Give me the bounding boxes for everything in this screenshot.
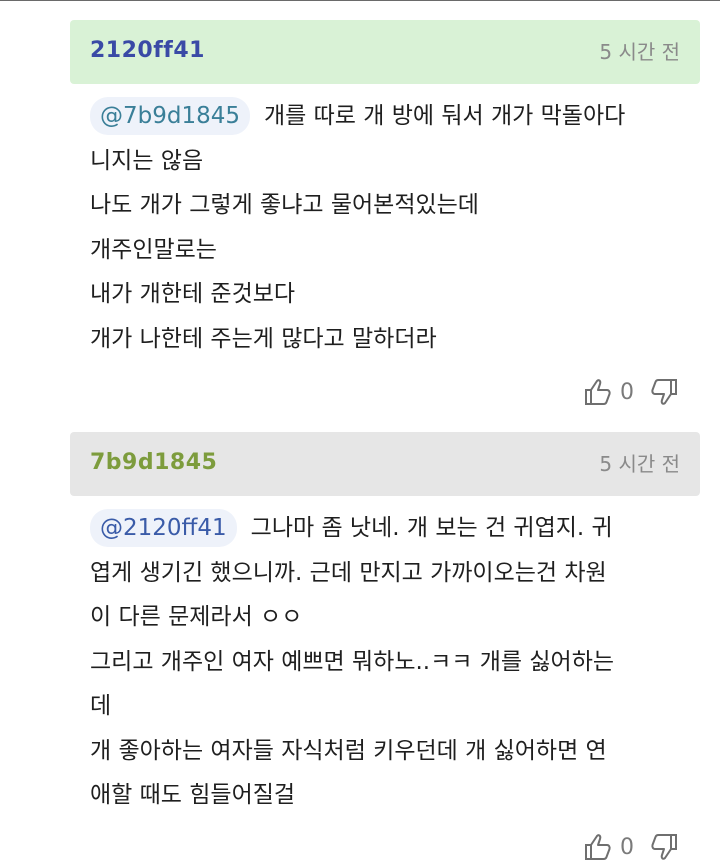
comment-line: 니지는 않음 bbox=[90, 147, 204, 174]
comment-author[interactable]: 7b9d1845 bbox=[90, 450, 217, 475]
comment-header: 2120ff41 5 시간 전 bbox=[70, 20, 700, 84]
like-button[interactable]: 0 bbox=[582, 831, 634, 863]
comment-card: 2120ff41 5 시간 전 @7b9d1845 개를 따로 개 방에 둬서 개… bbox=[70, 20, 700, 405]
like-count: 0 bbox=[620, 834, 634, 860]
comment-line: 개가 나한테 주는게 많다고 말하더라 bbox=[90, 325, 437, 352]
thumbs-down-icon bbox=[651, 834, 677, 860]
top-divider bbox=[0, 0, 720, 1]
dislike-button[interactable] bbox=[648, 831, 680, 863]
like-button[interactable]: 0 bbox=[582, 376, 634, 408]
mention-tag[interactable]: @2120ff41 bbox=[90, 509, 237, 547]
comment-card: 7b9d1845 5 시간 전 @2120ff41 그나마 좀 낫네. 개 보는 … bbox=[70, 432, 700, 860]
comment-time: 5 시간 전 bbox=[599, 40, 680, 64]
comment-header: 7b9d1845 5 시간 전 bbox=[70, 432, 700, 496]
like-count: 0 bbox=[620, 379, 634, 405]
comment-line: 나도 개가 그렇게 좋냐고 물어본적있는데 bbox=[90, 192, 479, 218]
comment-actions: 0 bbox=[582, 830, 680, 864]
comment-time: 5 시간 전 bbox=[599, 452, 680, 476]
dislike-button[interactable] bbox=[648, 376, 680, 408]
comment-author[interactable]: 2120ff41 bbox=[90, 38, 205, 63]
comment-actions: 0 bbox=[582, 375, 680, 409]
comment-line: 데 bbox=[90, 693, 112, 719]
comment-line: 개를 따로 개 방에 둬서 개가 막돌아다 bbox=[264, 103, 626, 129]
comment-line: 그나마 좀 낫네. 개 보는 건 귀엽지. 귀 bbox=[250, 515, 613, 541]
mention-tag[interactable]: @7b9d1845 bbox=[90, 97, 250, 135]
comment-body: @2120ff41 그나마 좀 낫네. 개 보는 건 귀엽지. 귀 엽게 생기긴 … bbox=[90, 506, 700, 818]
comment-body: @7b9d1845 개를 따로 개 방에 둬서 개가 막돌아다 니지는 않음 나도… bbox=[90, 94, 700, 361]
comment-line: 개주인말로는 bbox=[90, 236, 217, 263]
thumbs-down-icon bbox=[651, 379, 677, 405]
comment-line: 그리고 개주인 여자 예쁘면 뭐하노..ㅋㅋ 개를 싫어하는 bbox=[90, 648, 615, 675]
comment-line: 개 좋아하는 여자들 자식처럼 키우던데 개 싫어하면 연 bbox=[90, 737, 607, 764]
thumbs-up-icon bbox=[585, 379, 611, 405]
comment-line: 이 다른 문제라서 ㅇㅇ bbox=[90, 604, 303, 630]
comment-line: 내가 개한테 준것보다 bbox=[90, 281, 296, 307]
comment-line: 엽게 생기긴 했으니까. 근데 만지고 가까이오는건 차원 bbox=[90, 559, 607, 586]
thumbs-up-icon bbox=[585, 834, 611, 860]
comment-line: 애할 때도 힘들어질걸 bbox=[90, 782, 296, 808]
